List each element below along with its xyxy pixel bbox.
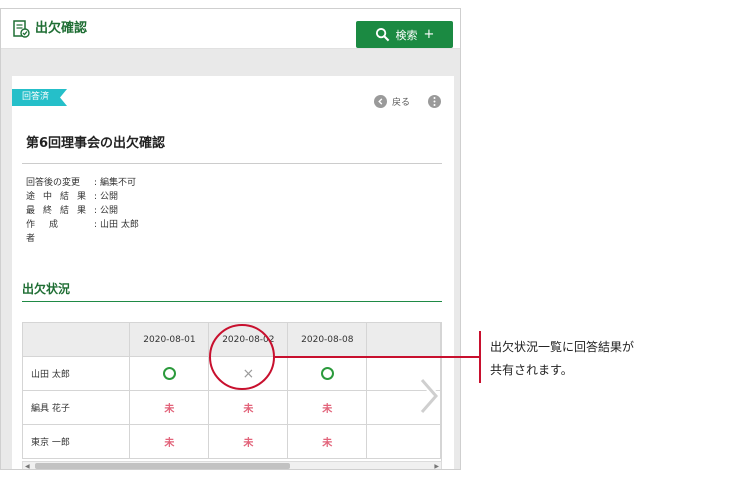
callout-line-2: 共有されます。: [490, 363, 573, 377]
document-check-icon: [13, 20, 30, 38]
back-button[interactable]: 戻る: [374, 95, 410, 108]
member-name: 東京 一郎: [22, 424, 131, 459]
plus-icon: +: [423, 27, 435, 42]
search-button-label: 検索: [395, 28, 418, 42]
meta-row: 作成者: 山田 太郎: [26, 220, 139, 244]
callout-line-1: 出欠状況一覧に回答結果が: [490, 340, 635, 354]
pending-mark: 未: [164, 438, 175, 449]
meta-key: 作成者: [26, 220, 73, 244]
attendance-cell: 未: [208, 424, 289, 459]
callout-highlight-circle: [209, 324, 275, 390]
meta-value: 公開: [100, 206, 119, 216]
callout-text: 出欠状況一覧に回答結果が 共有されます。: [490, 336, 730, 382]
attendance-cell: 未: [208, 390, 289, 425]
table-row: 東京 一郎 未 未 未: [22, 424, 441, 459]
meta-value: 山田 太郎: [100, 220, 139, 230]
attend-circle-icon: [320, 367, 334, 380]
attend-circle-icon: [162, 367, 176, 380]
meta-key: 途中結果: [26, 192, 95, 202]
horizontal-scrollbar[interactable]: ◀ ▶: [22, 461, 442, 469]
meta-row: 途中結果: 公開: [26, 192, 119, 202]
chevron-left-icon: [374, 95, 387, 108]
back-label: 戻る: [392, 98, 411, 108]
pending-mark: 未: [243, 404, 254, 415]
section-title: 出欠状況: [22, 282, 71, 296]
date-column-header: [366, 322, 441, 357]
attendance-cell: [366, 424, 441, 459]
date-column-header: 2020-08-08: [287, 322, 368, 357]
table-row: 編具 花子 未 未 未: [22, 390, 441, 425]
meta-key: 最終結果: [26, 206, 95, 216]
attendance-cell: [287, 356, 368, 391]
member-name: 山田 太郎: [22, 356, 131, 391]
app-title: 出欠確認: [35, 21, 88, 36]
search-button[interactable]: 検索 +: [356, 21, 453, 48]
meta-row: 最終結果: 公開: [26, 206, 119, 216]
top-bar: 出欠確認 検索 +: [1, 9, 460, 49]
callout-bar: [479, 331, 481, 383]
callout-connector-line: [275, 356, 480, 358]
attendance-cell: 未: [129, 424, 210, 459]
search-icon: [375, 27, 389, 42]
attendance-cell: 未: [287, 390, 368, 425]
app-window: 出欠確認 検索 + 回答済 戻る 第6回理事会の出欠確認 回答後の変更: 編集不可…: [0, 8, 461, 470]
attendance-cell: [129, 356, 210, 391]
attendance-cell: 未: [129, 390, 210, 425]
name-column-header: [22, 322, 131, 357]
meta-value: 公開: [100, 192, 119, 202]
scroll-right-icon[interactable]: ▶: [434, 463, 439, 469]
pending-mark: 未: [322, 438, 333, 449]
attendance-cell: 未: [287, 424, 368, 459]
more-options-icon[interactable]: [428, 95, 441, 108]
attendance-card: 回答済 戻る 第6回理事会の出欠確認 回答後の変更: 編集不可 途中結果: 公開 最…: [12, 76, 454, 469]
date-column-header: 2020-08-01: [129, 322, 210, 357]
status-badge: 回答済: [12, 89, 67, 106]
section-divider: [22, 301, 442, 302]
divider: [22, 163, 442, 164]
page-title: 第6回理事会の出欠確認: [26, 136, 166, 151]
meta-row: 回答後の変更: 編集不可: [26, 178, 137, 188]
scrollbar-thumb[interactable]: [35, 463, 290, 469]
pending-mark: 未: [322, 404, 333, 415]
pending-mark: 未: [243, 438, 254, 449]
meta-info: 回答後の変更: 編集不可 途中結果: 公開 最終結果: 公開 作成者: 山田 太郎: [26, 176, 139, 246]
chevron-right-icon[interactable]: [416, 376, 442, 416]
member-name: 編具 花子: [22, 390, 131, 425]
meta-value: 編集不可: [100, 178, 137, 188]
scroll-left-icon[interactable]: ◀: [25, 463, 30, 469]
pending-mark: 未: [164, 404, 175, 415]
meta-key: 回答後の変更: [26, 178, 81, 188]
